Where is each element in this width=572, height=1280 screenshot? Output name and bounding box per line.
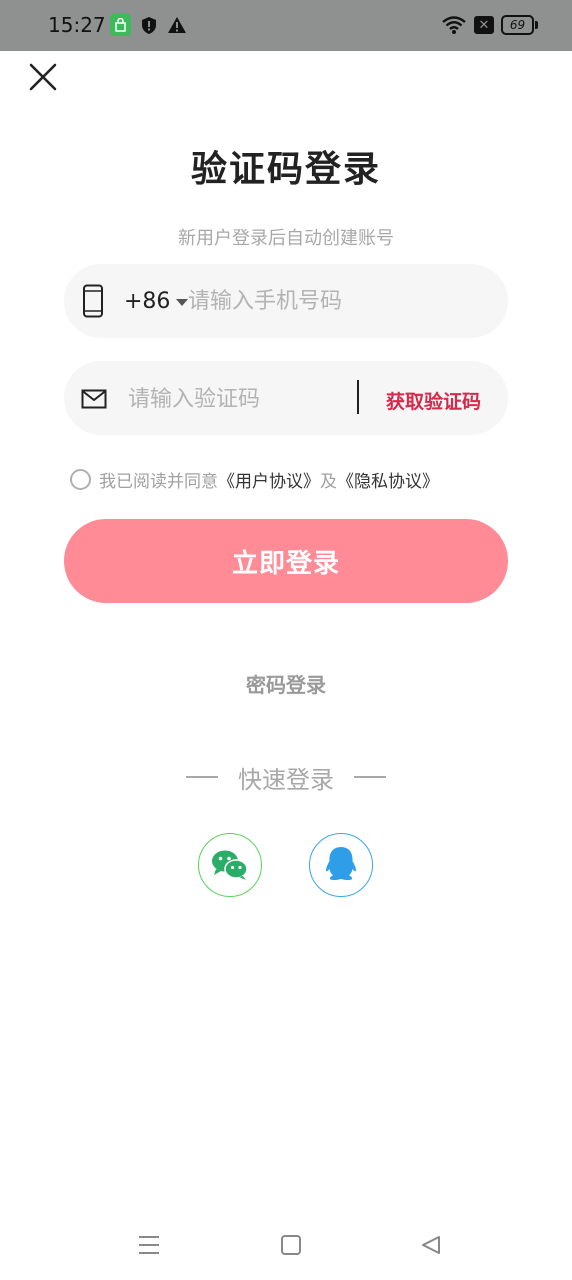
status-time: 15:27 bbox=[48, 13, 106, 37]
close-icon bbox=[29, 63, 57, 91]
verification-code-input[interactable] bbox=[128, 382, 348, 416]
battery-level: 69 bbox=[509, 18, 526, 32]
divider-line-right bbox=[354, 776, 386, 778]
mail-icon bbox=[81, 388, 107, 410]
page-title: 验证码登录 bbox=[190, 149, 381, 190]
qq-login-button[interactable] bbox=[309, 833, 373, 897]
close-button[interactable] bbox=[26, 60, 60, 94]
user-agreement-link[interactable]: 《用户协议》 bbox=[218, 467, 320, 492]
wechat-login-button[interactable] bbox=[198, 833, 262, 897]
agreement-conjunction: 及 bbox=[320, 471, 337, 492]
agreement-checkbox[interactable] bbox=[70, 468, 91, 490]
home-button[interactable] bbox=[276, 1230, 306, 1260]
get-code-button[interactable]: 获取验证码 bbox=[386, 387, 481, 414]
caret-down-icon bbox=[176, 298, 189, 306]
wifi-icon bbox=[441, 13, 467, 37]
system-nav-bar bbox=[0, 1222, 572, 1268]
password-login-row: 密码登录 bbox=[0, 669, 572, 698]
agreement-row: 我已阅读并同意 《用户协议》 及 《隐私协议》 bbox=[70, 467, 439, 492]
country-code-select[interactable]: +86 bbox=[124, 286, 189, 316]
qq-icon bbox=[326, 847, 356, 881]
quick-login-header: 快速登录 bbox=[186, 760, 386, 794]
no-sim-icon: ✕ bbox=[474, 16, 494, 34]
password-login-link[interactable]: 密码登录 bbox=[246, 673, 326, 697]
privacy-policy-link[interactable]: 《隐私协议》 bbox=[337, 467, 439, 492]
page-subtitle: 新用户登录后自动创建账号 bbox=[178, 228, 394, 249]
agreement-prefix: 我已阅读并同意 bbox=[99, 471, 218, 492]
verification-code-field: 获取验证码 bbox=[64, 361, 508, 435]
recent-apps-button[interactable] bbox=[134, 1230, 164, 1260]
back-button[interactable] bbox=[416, 1230, 446, 1260]
app-notification-icon bbox=[110, 14, 131, 36]
phone-field: +86 bbox=[64, 264, 508, 338]
back-triangle-icon bbox=[422, 1236, 440, 1254]
login-button[interactable]: 立即登录 bbox=[64, 519, 508, 603]
menu-icon bbox=[139, 1236, 159, 1254]
battery-icon: 69 bbox=[501, 15, 538, 35]
phone-icon bbox=[81, 283, 105, 319]
divider-line-left bbox=[186, 776, 218, 778]
warning-icon bbox=[167, 13, 187, 37]
shield-icon bbox=[140, 13, 158, 37]
phone-input[interactable] bbox=[188, 284, 488, 318]
country-code-value: +86 bbox=[124, 288, 171, 314]
status-bar: 15:27 ✕ 69 bbox=[0, 0, 572, 51]
quick-login-label: 快速登录 bbox=[238, 765, 334, 794]
wechat-icon bbox=[212, 850, 248, 880]
home-square-icon bbox=[281, 1235, 301, 1255]
field-divider bbox=[357, 380, 359, 414]
